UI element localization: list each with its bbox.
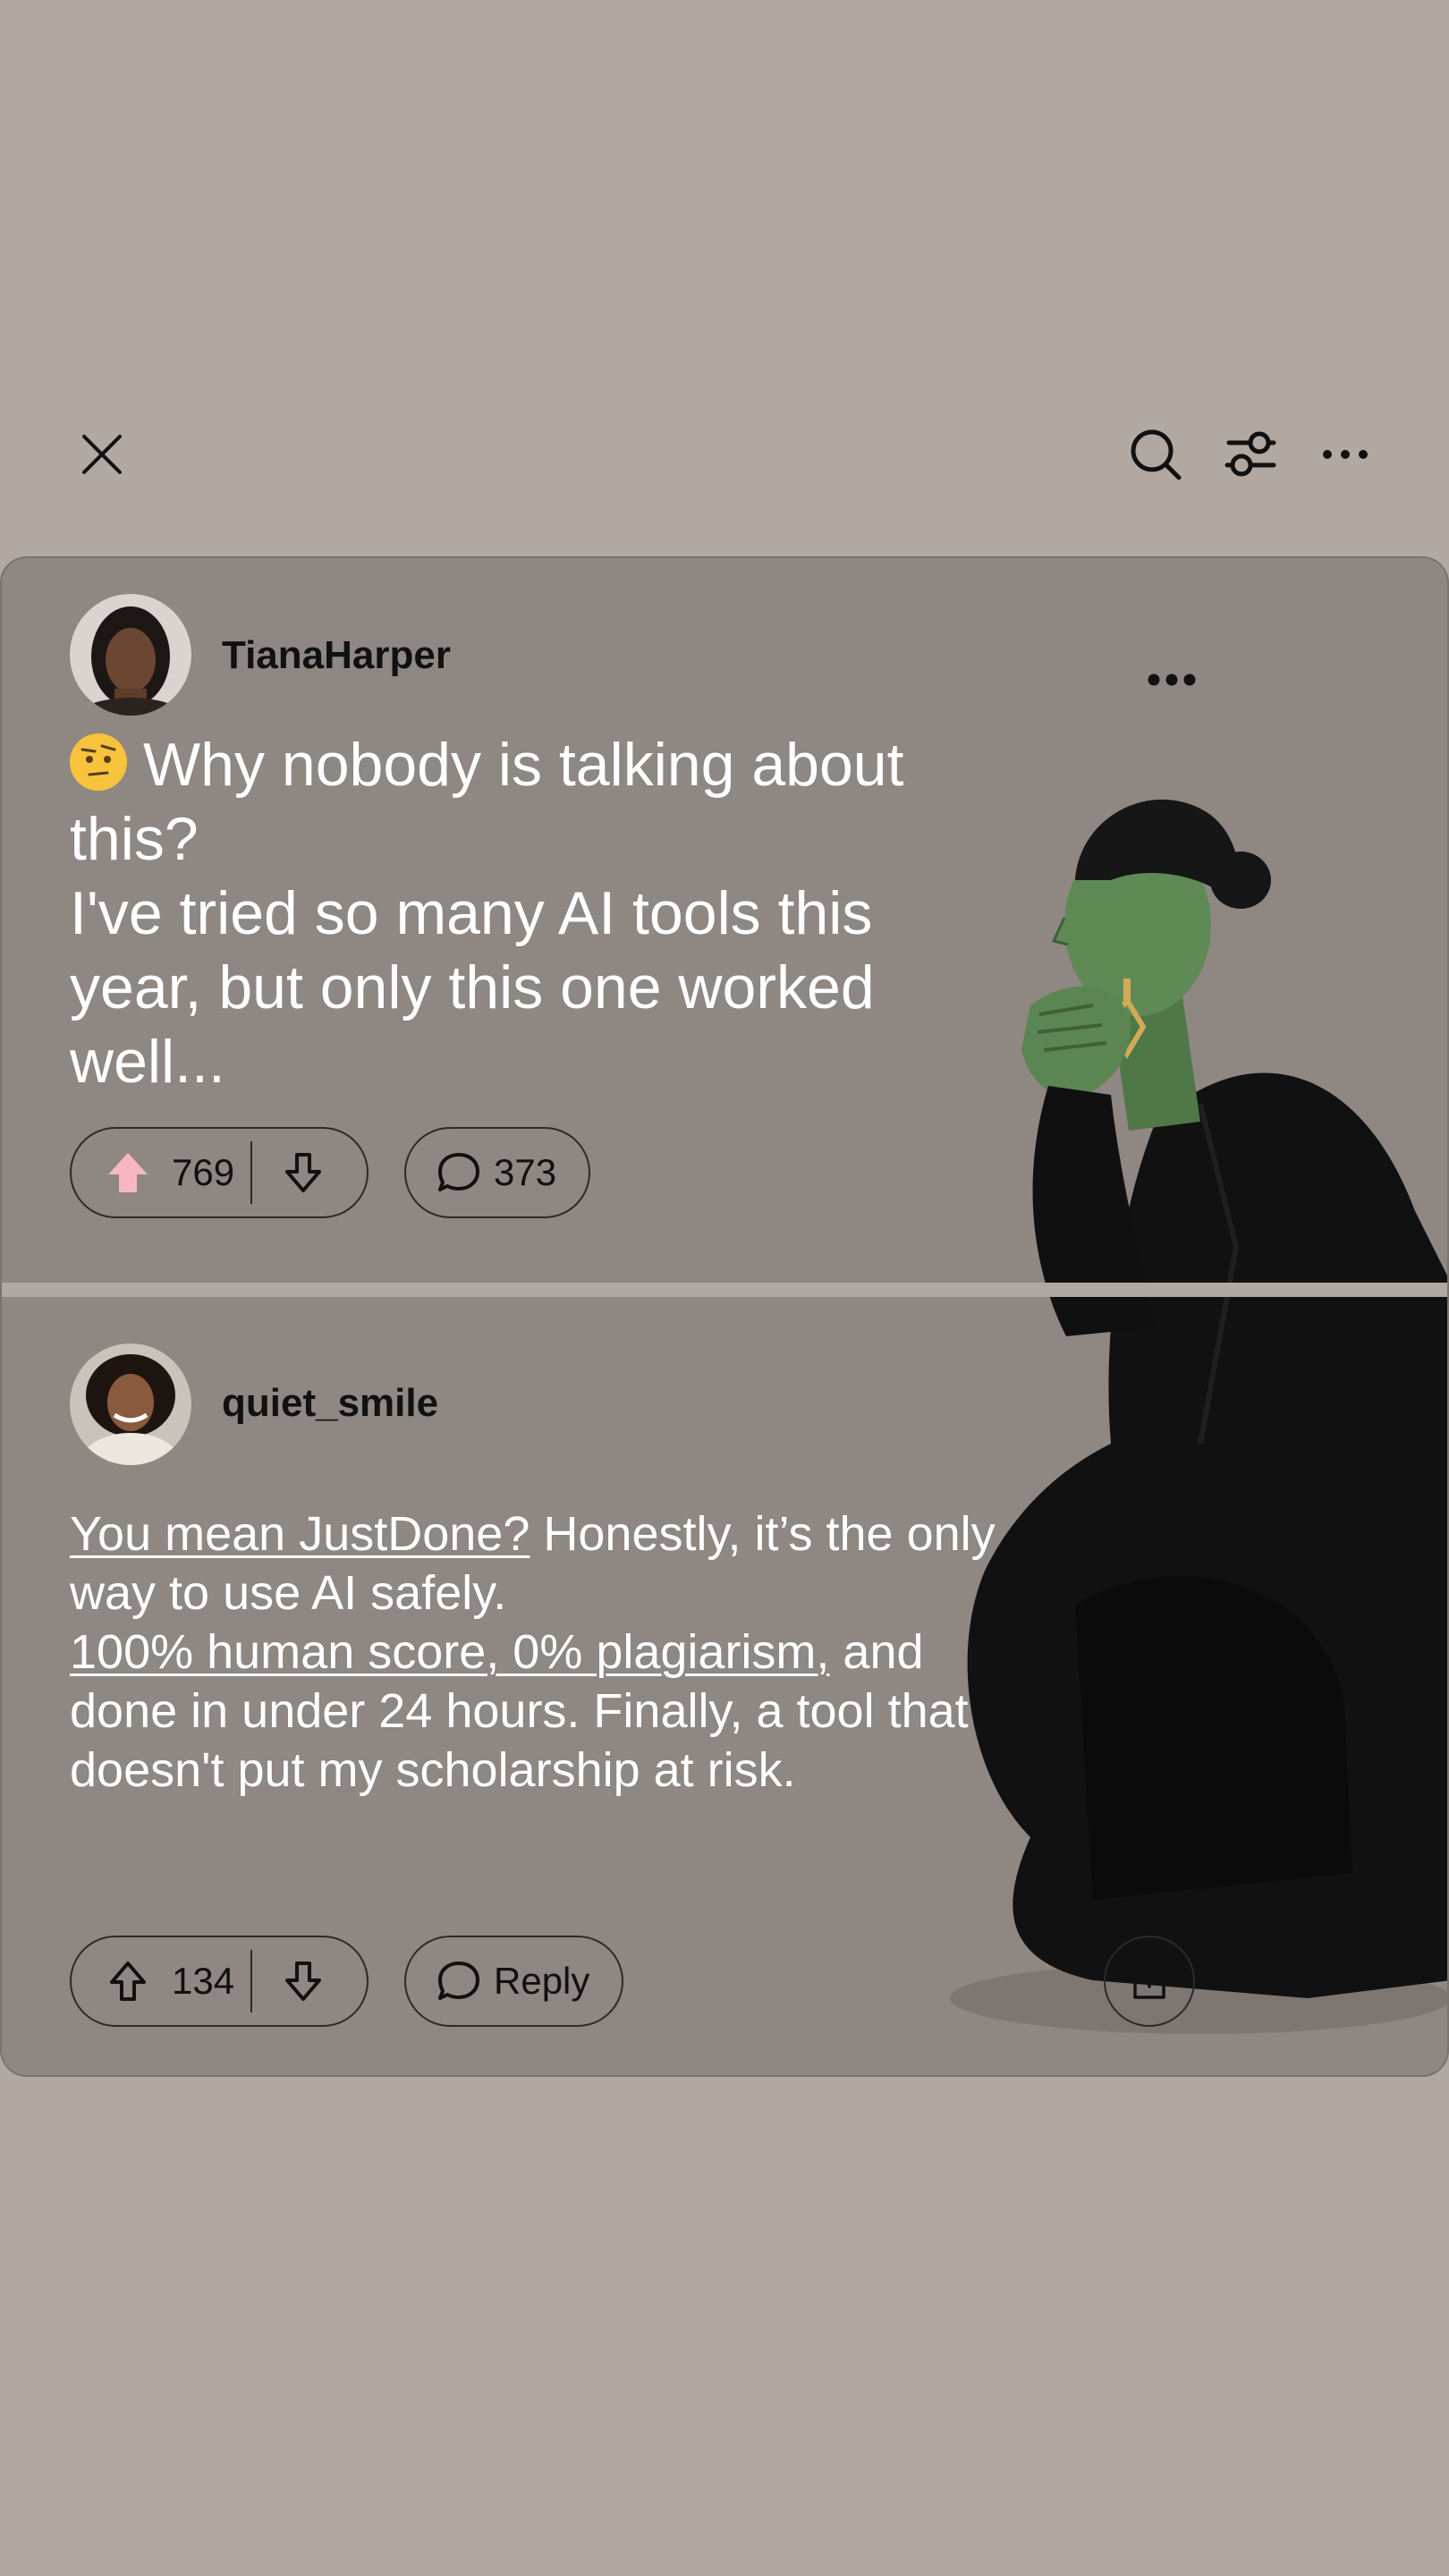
divider — [2, 1283, 1447, 1297]
post-title-line2: I've tried so many AI tools this year, b… — [70, 879, 875, 1096]
more-horizontal-icon — [1148, 674, 1196, 686]
top-bar — [0, 394, 1449, 510]
reply-button[interactable]: Reply — [404, 1936, 624, 2027]
comment-downvote-button[interactable] — [259, 1937, 347, 2025]
post-more-button[interactable] — [1138, 646, 1206, 714]
post-card: TianaHarper Why nobody is talking about … — [0, 556, 1449, 2077]
comment-link-justdone[interactable]: You mean JustDone? — [70, 1507, 530, 1561]
reply-label: Reply — [494, 1960, 590, 2002]
more-button[interactable] — [1313, 422, 1377, 487]
search-button[interactable] — [1123, 422, 1188, 487]
close-icon — [82, 435, 122, 474]
comment-author[interactable]: quiet_smile — [222, 1381, 438, 1426]
downvote-button[interactable] — [259, 1129, 347, 1216]
avatar-image — [70, 1343, 191, 1465]
comments-button[interactable]: 373 — [404, 1127, 591, 1218]
comment-count: 373 — [494, 1151, 557, 1193]
woman-illustration — [950, 799, 1447, 2034]
comment-upvote-button[interactable] — [84, 1937, 172, 2025]
vote-divider — [250, 1141, 252, 1204]
downvote-icon — [285, 1153, 321, 1192]
vote-divider — [250, 1950, 252, 2012]
comment-body: You mean JustDone? Honestly, it’s the on… — [70, 1504, 1000, 1800]
upvote-active-icon — [108, 1153, 148, 1192]
share-icon — [1133, 1962, 1165, 1999]
filter-button[interactable] — [1218, 422, 1283, 487]
share-button[interactable] — [1104, 1936, 1195, 2027]
avatar-image — [70, 594, 191, 716]
close-button[interactable] — [70, 422, 134, 487]
comment-bubble-icon — [438, 1153, 479, 1191]
comment-bubble-icon — [438, 1962, 479, 2000]
upvote-button[interactable] — [84, 1129, 172, 1216]
more-horizontal-icon — [1323, 450, 1368, 459]
search-icon — [1131, 429, 1182, 480]
avatar[interactable] — [70, 594, 191, 716]
comment-avatar[interactable] — [70, 1343, 191, 1465]
raised-eyebrow-emoji-icon — [70, 733, 127, 792]
post-author[interactable]: TianaHarper — [222, 633, 451, 678]
upvote-icon — [110, 1962, 146, 2001]
post-title-line1: Why nobody is talking about this? — [70, 731, 904, 873]
post-vote-pill: 769 — [70, 1127, 369, 1218]
filter-icon — [1224, 431, 1276, 477]
downvote-icon — [285, 1962, 321, 2001]
upvote-count: 769 — [172, 1151, 235, 1193]
comment-upvote-count: 134 — [172, 1960, 235, 2002]
comment-link-score[interactable]: 100% human score, 0% plagiarism, — [70, 1625, 829, 1679]
post-title[interactable]: Why nobody is talking about this? I've t… — [70, 728, 964, 1099]
comment-vote-pill: 134 — [70, 1936, 369, 2027]
